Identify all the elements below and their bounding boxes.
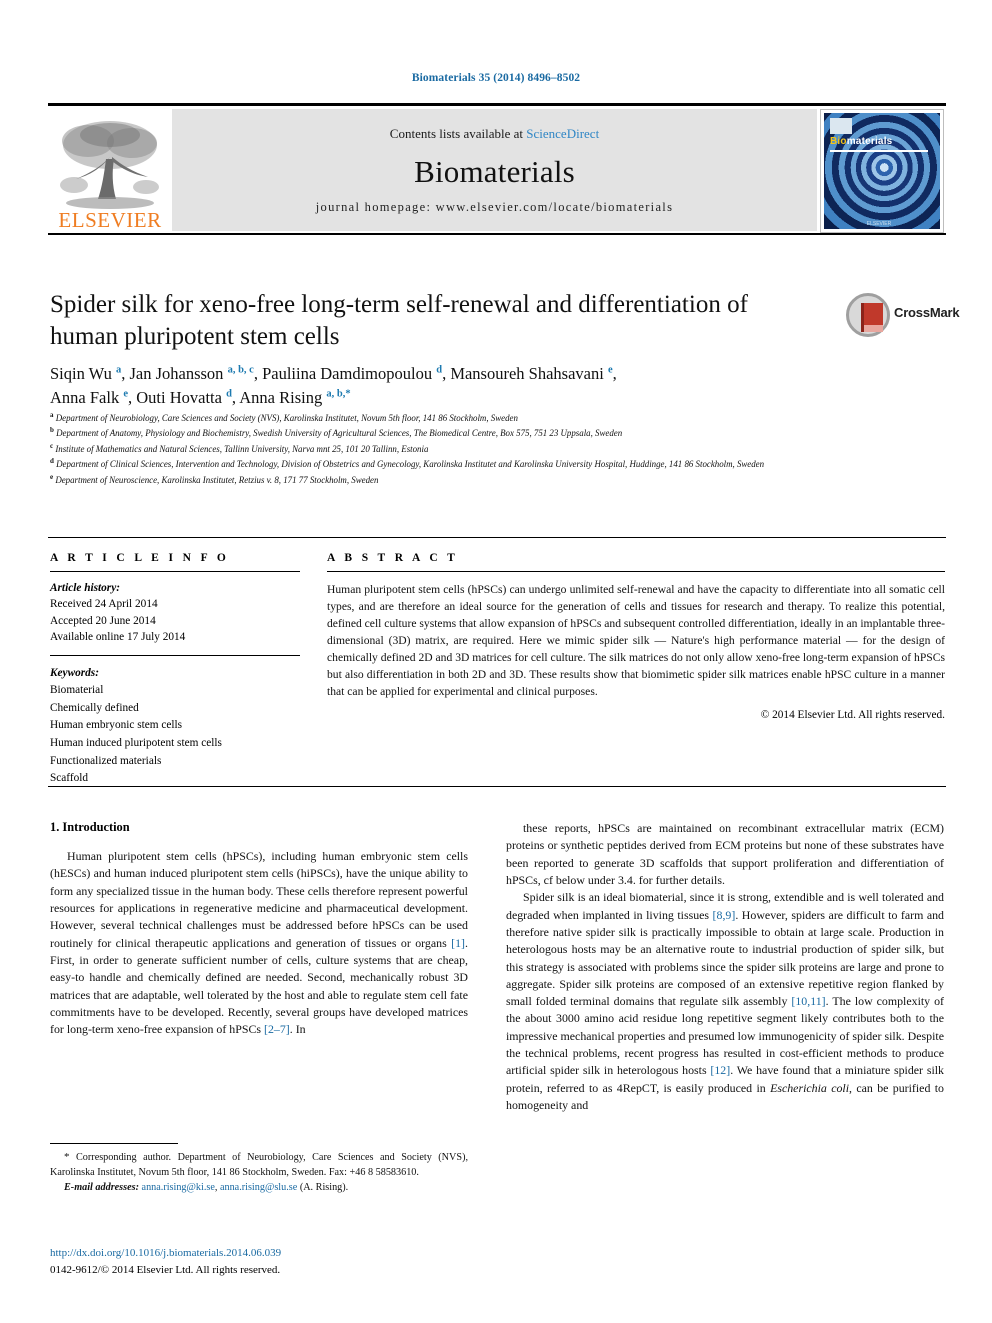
article-history-label: Article history:	[50, 582, 120, 594]
author-list: Siqin Wu a, Jan Johansson a, b, c, Pauli…	[50, 362, 840, 410]
article-page: Biomaterials 35 (2014) 8496–8502 ELSEVIE…	[0, 0, 992, 1323]
intro-paragraph-right-2: Spider silk is an ideal biomaterial, sin…	[506, 890, 944, 1112]
affiliation-text-e: Department of Neuroscience, Karolinska I…	[55, 474, 379, 485]
affiliation-text-a: Department of Neurobiology, Care Science…	[55, 412, 518, 423]
cover-title-text: Biomaterials	[830, 136, 892, 147]
running-head: Biomaterials 35 (2014) 8496–8502	[411, 72, 581, 84]
cover-title-rest: materials	[846, 136, 893, 147]
keywords-label: Keywords:	[50, 666, 99, 679]
article-info-rule	[50, 571, 300, 572]
affiliation-d: d Department of Clinical Sciences, Inter…	[50, 456, 840, 471]
intro-paragraph-right-1: these reports, hPSCs are maintained on r…	[506, 821, 944, 887]
keyword-item: Biomaterial	[50, 684, 104, 697]
affiliation-mark-a: a	[50, 411, 54, 419]
elsevier-tree-icon	[54, 117, 166, 209]
author-line-1: Siqin Wu a, Jan Johansson a, b, c, Pauli…	[50, 364, 617, 383]
email-label: E-mail addresses:	[64, 1181, 139, 1193]
history-available-online: Available online 17 July 2014	[50, 631, 186, 644]
author-line-2: Anna Falk e, Outi Hovatta d, Anna Rising…	[50, 387, 351, 407]
affiliation-c: c Institute of Mathematics and Natural S…	[50, 441, 840, 456]
masthead-center-panel: Contents lists available at ScienceDirec…	[172, 109, 817, 231]
info-band-rule-bottom	[48, 786, 946, 787]
cover-footer-text: ELSEVIER	[866, 221, 892, 227]
elsevier-logo: ELSEVIER	[50, 109, 170, 231]
contents-prefix: Contents lists available at	[389, 126, 527, 141]
email-suffix: (A. Rising).	[299, 1181, 349, 1193]
journal-cover-thumbnail: Biomaterials ELSEVIER	[820, 109, 944, 233]
issn-copyright-line: 0142-9612/© 2014 Elsevier Ltd. All right…	[50, 1262, 470, 1279]
affiliation-list: a Department of Neurobiology, Care Scien…	[50, 410, 840, 487]
email-note: E-mail addresses: anna.rising@ki.se, ann…	[64, 1181, 349, 1193]
affiliation-b: b Department of Anatomy, Physiology and …	[50, 425, 840, 440]
issn-copyright: © 2014 Elsevier Ltd. All rights reserved…	[100, 1263, 281, 1276]
keyword-item: Chemically defined	[50, 701, 139, 714]
abstract-column: A B S T R A C T Human pluripotent stem c…	[327, 552, 945, 721]
masthead-rule-bottom	[48, 233, 946, 235]
body-column-right: these reports, hPSCs are maintained on r…	[506, 820, 944, 1114]
asterisk-icon: *	[64, 1151, 70, 1163]
keywords-rule	[50, 654, 300, 656]
doi-link[interactable]: http://dx.doi.org/10.1016/j.biomaterials…	[50, 1245, 470, 1262]
affiliation-mark-d: d	[50, 457, 54, 466]
affiliation-e: e Department of Neuroscience, Karolinska…	[50, 472, 840, 487]
email-link-slu[interactable]: anna.rising@slu.se	[220, 1182, 297, 1193]
crossmark-label: CrossMark	[894, 305, 960, 320]
corresponding-author-note: * Corresponding author. Department of Ne…	[50, 1150, 468, 1181]
journal-masthead: ELSEVIER Contents lists available at Sci…	[48, 103, 946, 236]
journal-homepage-link[interactable]: journal homepage: www.elsevier.com/locat…	[316, 200, 674, 215]
contents-available-line: Contents lists available at ScienceDirec…	[390, 126, 599, 142]
abstract-copyright: © 2014 Elsevier Ltd. All rights reserved…	[760, 709, 945, 722]
footnote-rule	[50, 1143, 178, 1144]
body-column-left: 1. Introduction Human pluripotent stem c…	[50, 820, 468, 1038]
cover-title-bio: Bio	[830, 136, 847, 147]
crossmark-circle-icon	[846, 293, 890, 337]
keyword-item: Human induced pluripotent stem cells	[50, 736, 222, 749]
history-accepted: Accepted 20 June 2014	[50, 614, 156, 627]
keywords-block: Keywords: Biomaterial Chemically defined…	[50, 665, 300, 788]
crossmark-badge[interactable]: CrossMark	[846, 293, 960, 339]
affiliation-mark-e: e	[50, 472, 54, 481]
keyword-item: Functionalized materials	[50, 754, 162, 767]
article-history-block: Article history: Received 24 April 2014 …	[50, 580, 300, 646]
article-info-heading: A R T I C L E I N F O	[50, 552, 230, 564]
affiliation-text-b: Department of Anatomy, Physiology and Bi…	[56, 428, 623, 439]
affiliation-text-d: Department of Clinical Sciences, Interve…	[56, 459, 765, 470]
affiliation-mark-b: b	[50, 426, 54, 435]
elsevier-wordmark: ELSEVIER	[58, 208, 162, 232]
journal-title: Biomaterials	[414, 154, 575, 189]
info-band-rule-top	[48, 537, 946, 538]
intro-paragraph-left: Human pluripotent stem cells (hPSCs), in…	[50, 849, 468, 1037]
doi-block: http://dx.doi.org/10.1016/j.biomaterials…	[50, 1245, 470, 1278]
affiliation-text-c: Institute of Mathematics and Natural Sci…	[55, 443, 429, 454]
cover-elsevier-badge-icon	[830, 118, 852, 134]
email-link-ki[interactable]: anna.rising@ki.se	[142, 1182, 215, 1193]
abstract-heading: A B S T R A C T	[327, 552, 459, 564]
page-title: Spider silk for xeno-free long-term self…	[50, 291, 748, 350]
abstract-rule	[327, 571, 945, 572]
issn-prefix: 0142-9612/	[50, 1263, 101, 1276]
footnote-block: * Corresponding author. Department of Ne…	[50, 1150, 468, 1196]
affiliation-mark-c: c	[50, 441, 54, 450]
crossmark-book-icon	[861, 303, 883, 332]
article-info-column: A R T I C L E I N F O Article history: R…	[50, 552, 300, 788]
history-received: Received 24 April 2014	[50, 598, 158, 611]
affiliation-a: a Department of Neurobiology, Care Scien…	[50, 410, 840, 425]
corresponding-author-text: Corresponding author. Department of Neur…	[50, 1152, 469, 1178]
masthead-rule-top	[48, 103, 946, 106]
section-heading-introduction: 1. Introduction	[50, 820, 130, 834]
sciencedirect-link[interactable]: ScienceDirect	[526, 126, 599, 141]
cover-title-rule	[830, 150, 928, 152]
abstract-text: Human pluripotent stem cells (hPSCs) can…	[327, 583, 945, 699]
keyword-item: Human embryonic stem cells	[50, 719, 183, 732]
